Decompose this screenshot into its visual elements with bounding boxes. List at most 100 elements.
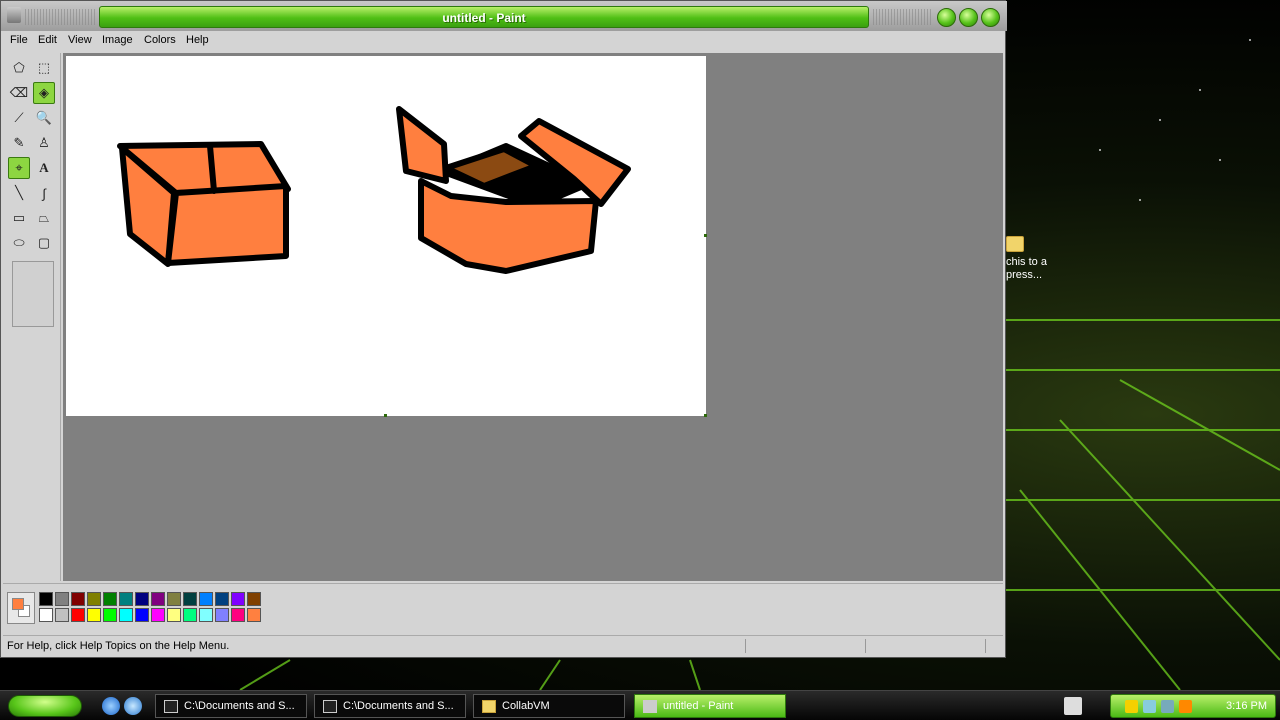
resize-handle-bottom[interactable] (384, 414, 387, 417)
system-tray: 3:16 PM (1110, 694, 1276, 718)
fill-with-color-tool[interactable]: ◈ (33, 82, 55, 104)
palette-swatch[interactable] (215, 592, 229, 606)
foreground-color-swatch[interactable] (12, 598, 24, 610)
palette-swatch[interactable] (119, 608, 133, 622)
clock: 3:16 PM (1226, 700, 1267, 712)
security-shield-icon[interactable] (1125, 700, 1138, 713)
menu-colors[interactable]: Colors (144, 34, 176, 46)
palette-swatch[interactable] (199, 608, 213, 622)
help-icon[interactable] (1064, 697, 1082, 715)
drawing-canvas[interactable] (66, 56, 707, 417)
palette-swatch[interactable] (103, 592, 117, 606)
palette-swatch[interactable] (135, 592, 149, 606)
window-title: untitled - Paint (442, 11, 526, 25)
current-colors[interactable] (7, 592, 35, 624)
title-bar[interactable]: untitled - Paint (1, 1, 1007, 31)
titlebar-grip-left (25, 9, 95, 25)
palette-swatch[interactable] (39, 608, 53, 622)
menu-help[interactable]: Help (186, 34, 209, 46)
window-icon (164, 700, 178, 713)
taskbar-button-documents-2[interactable]: C:\Documents and S... (314, 694, 466, 718)
palette-swatch[interactable] (183, 608, 197, 622)
desktop-icon-label-1: chis to a (1006, 256, 1047, 268)
internet-explorer-icon[interactable] (102, 697, 120, 715)
free-form-select-tool[interactable]: ⬠ (8, 57, 30, 79)
menu-edit[interactable]: Edit (38, 34, 57, 46)
start-button[interactable] (8, 695, 82, 717)
palette-swatch[interactable] (71, 608, 85, 622)
status-help-text: For Help, click Help Topics on the Help … (7, 640, 230, 652)
minimize-button[interactable] (937, 8, 956, 27)
palette-swatch[interactable] (151, 592, 165, 606)
airbrush-tool[interactable]: ⌖ (8, 157, 30, 179)
text-tool[interactable]: A (33, 157, 55, 179)
palette-swatch[interactable] (103, 608, 117, 622)
taskbar-button-label: C:\Documents and S... (184, 700, 295, 712)
line-tool[interactable]: ╲ (8, 182, 30, 204)
palette-swatch[interactable] (167, 592, 181, 606)
paint-app-icon[interactable] (7, 7, 21, 23)
closed-box-drawing (117, 141, 291, 267)
palette-swatch[interactable] (55, 608, 69, 622)
maximize-button[interactable] (959, 8, 978, 27)
folder-icon (482, 700, 496, 713)
taskbar-button-collabvm[interactable]: CollabVM (473, 694, 625, 718)
rounded-rectangle-tool[interactable]: ▢ (33, 232, 55, 254)
taskbar-button-label: CollabVM (502, 700, 550, 712)
menu-image[interactable]: Image (102, 34, 133, 46)
resize-handle-right[interactable] (704, 234, 707, 237)
status-bar: For Help, click Help Topics on the Help … (3, 635, 1003, 655)
desktop-icon-label-2: press... (1006, 269, 1043, 281)
status-separator (865, 639, 866, 653)
palette-swatch[interactable] (231, 592, 245, 606)
palette-swatch[interactable] (135, 608, 149, 622)
palette-swatch[interactable] (247, 592, 261, 606)
close-button[interactable] (981, 8, 1000, 27)
taskbar-button-label: C:\Documents and S... (343, 700, 454, 712)
paint-window: untitled - Paint File Edit View Image Co… (0, 0, 1007, 658)
eraser-tool[interactable]: ⌫ (8, 82, 30, 104)
polygon-tool[interactable]: ⏢ (33, 207, 55, 229)
palette-swatch[interactable] (55, 592, 69, 606)
palette-swatch[interactable] (87, 592, 101, 606)
browser-icon[interactable] (124, 697, 142, 715)
palette-swatch[interactable] (215, 608, 229, 622)
paint-icon (643, 700, 657, 713)
palette-swatch[interactable] (247, 608, 261, 622)
palette-swatch[interactable] (151, 608, 165, 622)
titlebar-grip-right (873, 9, 931, 25)
palette-swatch[interactable] (183, 592, 197, 606)
select-tool[interactable]: ⬚ (33, 57, 55, 79)
menu-file[interactable]: File (10, 34, 28, 46)
magnifier-tool[interactable]: 🔍 (33, 107, 55, 129)
tool-options-panel[interactable] (12, 261, 54, 327)
rectangle-tool[interactable]: ▭ (8, 207, 30, 229)
palette-swatch[interactable] (71, 592, 85, 606)
ellipse-tool[interactable]: ⬭ (8, 232, 30, 254)
palette-swatch[interactable] (87, 608, 101, 622)
taskbar: C:\Documents and S... C:\Documents and S… (0, 690, 1280, 720)
palette-swatch[interactable] (167, 608, 181, 622)
palette-swatch[interactable] (231, 608, 245, 622)
curve-tool[interactable]: ∫ (33, 182, 55, 204)
pencil-tool[interactable]: ✎ (8, 132, 30, 154)
canvas-workspace (63, 53, 1003, 581)
palette-swatch[interactable] (199, 592, 213, 606)
status-separator (745, 639, 746, 653)
taskbar-button-paint[interactable]: untitled - Paint (634, 694, 786, 718)
pick-color-tool[interactable]: ⟋ (8, 107, 30, 129)
palette-swatch[interactable] (119, 592, 133, 606)
search-icon[interactable] (1179, 700, 1192, 713)
menu-view[interactable]: View (68, 34, 92, 46)
open-box-drawing (396, 106, 631, 274)
taskbar-button-documents-1[interactable]: C:\Documents and S... (155, 694, 307, 718)
status-separator (985, 639, 986, 653)
palette-swatch[interactable] (39, 592, 53, 606)
network-icon[interactable] (1143, 700, 1156, 713)
brush-tool[interactable]: ♙ (33, 132, 55, 154)
desktop-file-icon[interactable]: chis to a press... (1006, 236, 1086, 282)
volume-icon[interactable] (1161, 700, 1174, 713)
resize-handle-corner[interactable] (704, 414, 707, 417)
folder-icon (1006, 236, 1024, 252)
drawing-art (117, 106, 631, 274)
